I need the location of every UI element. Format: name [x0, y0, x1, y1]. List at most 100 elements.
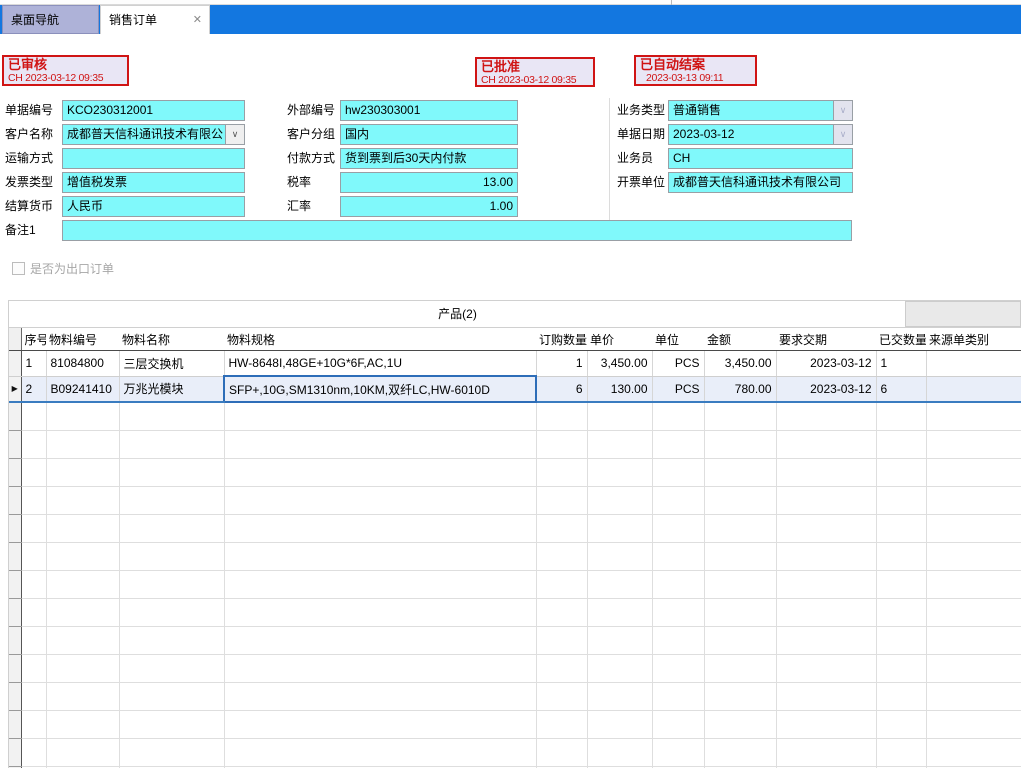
currency-field[interactable]: 人民币 — [62, 196, 245, 217]
cell-order-qty[interactable]: 6 — [536, 376, 587, 402]
cell-unit-price[interactable]: 3,450.00 — [587, 351, 652, 377]
grid-empty-cell — [46, 459, 119, 487]
exchange-rate-field[interactable]: 1.00 — [340, 196, 518, 217]
cell-delivered-qty[interactable]: 1 — [876, 351, 926, 377]
invoice-type-field[interactable]: 增值税发票 — [62, 172, 245, 193]
grid-empty-cell — [587, 711, 652, 739]
cell-item-name[interactable]: 三层交换机 — [119, 351, 224, 377]
cell-unit-price[interactable]: 130.00 — [587, 376, 652, 402]
cell-source-type[interactable] — [926, 376, 1021, 402]
doc-date-dropdown-button[interactable]: ∨ — [833, 125, 852, 144]
cell-item-name[interactable]: 万兆光模块 — [119, 376, 224, 402]
grid-empty-cell — [926, 487, 1021, 515]
row-selector-cell — [9, 459, 21, 487]
row-selector-cell — [9, 515, 21, 543]
biz-type-dropdown-button[interactable]: ∨ — [833, 101, 852, 120]
cell-seq[interactable]: 1 — [21, 351, 46, 377]
product-table-header-row: 序号 物料编号 物料名称 物料规格 订购数量 单价 单位 金额 要求交期 已交数… — [9, 328, 1021, 351]
customer-group-label: 客户分组 — [287, 124, 335, 145]
cell-required-date[interactable]: 2023-03-12 — [776, 376, 876, 402]
remark1-field[interactable] — [62, 220, 852, 241]
doc-no-field[interactable]: KCO230312001 — [62, 100, 245, 121]
tab-desktop-nav[interactable]: 桌面导航 — [2, 5, 99, 34]
grid-empty-cell — [46, 543, 119, 571]
biz-type-combobox[interactable]: 普通销售 ∨ — [668, 100, 853, 121]
col-header-item-code: 物料编号 — [46, 328, 119, 351]
current-row-marker[interactable]: ▶ — [9, 376, 21, 402]
customer-name-value: 成都普天信科通讯技术有限公 — [67, 127, 223, 141]
grid-empty-cell — [21, 459, 46, 487]
grid-empty-cell — [587, 627, 652, 655]
row-selector-cell — [9, 655, 21, 683]
grid-empty-cell — [704, 571, 776, 599]
grid-empty-cell — [926, 459, 1021, 487]
salesman-field[interactable]: CH — [668, 148, 853, 169]
grid-empty-cell — [876, 711, 926, 739]
customer-group-field[interactable]: 国内 — [340, 124, 518, 145]
customer-name-dropdown-button[interactable]: ∨ — [225, 125, 244, 144]
cell-amount[interactable]: 3,450.00 — [704, 351, 776, 377]
grid-empty-cell — [46, 739, 119, 767]
cell-item-spec[interactable]: HW-8648I,48GE+10G*6F,AC,1U — [224, 351, 536, 377]
stamp-approved: 已批准 CH 2023-03-12 09:35 — [475, 57, 595, 87]
remark1-label: 备注1 — [5, 220, 36, 241]
grid-empty-cell — [926, 683, 1021, 711]
product-row-1: 1 81084800 三层交换机 HW-8648I,48GE+10G*6F,AC… — [9, 351, 1021, 377]
grid-empty-cell — [46, 487, 119, 515]
grid-empty-cell — [652, 431, 704, 459]
grid-empty-cell — [536, 459, 587, 487]
cell-seq[interactable]: 2 — [21, 376, 46, 402]
invoice-type-label: 发票类型 — [5, 172, 53, 193]
customer-name-combobox[interactable]: 成都普天信科通讯技术有限公 ∨ — [62, 124, 245, 145]
col-header-delivered-qty: 已交数量 — [876, 328, 926, 351]
billing-unit-field[interactable]: 成都普天信科通讯技术有限公司 — [668, 172, 853, 193]
cell-item-code[interactable]: B09241410 — [46, 376, 119, 402]
cell-amount[interactable]: 780.00 — [704, 376, 776, 402]
grid-empty-cell — [776, 487, 876, 515]
cell-order-qty[interactable]: 1 — [536, 351, 587, 377]
cell-item-code[interactable]: 81084800 — [46, 351, 119, 377]
grid-empty-cell — [926, 627, 1021, 655]
doc-date-combobox[interactable]: 2023-03-12 ∨ — [668, 124, 853, 145]
tab-sales-order[interactable]: 销售订单 ✕ — [100, 5, 210, 34]
grid-empty-row — [9, 571, 1021, 599]
grid-empty-cell — [876, 739, 926, 767]
row-selector-cell[interactable] — [9, 351, 21, 377]
col-header-seq: 序号 — [21, 328, 46, 351]
cell-source-type[interactable] — [926, 351, 1021, 377]
billing-unit-label: 开票单位 — [617, 172, 665, 193]
row-selector-cell — [9, 402, 21, 431]
grid-empty-cell — [224, 402, 536, 431]
cell-required-date[interactable]: 2023-03-12 — [776, 351, 876, 377]
close-tab-icon[interactable]: ✕ — [193, 6, 202, 35]
grid-empty-cell — [224, 459, 536, 487]
cell-unit[interactable]: PCS — [652, 376, 704, 402]
grid-empty-cell — [876, 487, 926, 515]
export-order-checkbox[interactable] — [12, 262, 25, 275]
grid-empty-row — [9, 431, 1021, 459]
export-order-checkbox-label: 是否为出口订单 — [30, 262, 114, 276]
grid-empty-cell — [926, 402, 1021, 431]
cell-delivered-qty[interactable]: 6 — [876, 376, 926, 402]
external-no-field[interactable]: hw230303001 — [340, 100, 518, 121]
currency-label: 结算货币 — [5, 196, 53, 217]
grid-empty-cell — [224, 683, 536, 711]
cell-item-spec-focused[interactable]: SFP+,10G,SM1310nm,10KM,双纤LC,HW-6010D — [224, 376, 536, 402]
grid-empty-cell — [926, 515, 1021, 543]
row-selector-cell — [9, 487, 21, 515]
grid-empty-row — [9, 543, 1021, 571]
grid-empty-cell — [536, 599, 587, 627]
grid-empty-cell — [876, 543, 926, 571]
cell-unit[interactable]: PCS — [652, 351, 704, 377]
transport-label: 运输方式 — [5, 148, 53, 169]
grid-empty-cell — [21, 627, 46, 655]
grid-empty-cell — [224, 431, 536, 459]
product-table: 序号 物料编号 物料名称 物料规格 订购数量 单价 单位 金额 要求交期 已交数… — [9, 328, 1021, 768]
col-header-order-qty: 订购数量 — [536, 328, 587, 351]
col-header-amount: 金额 — [704, 328, 776, 351]
payment-field[interactable]: 货到票到后30天内付款 — [340, 148, 518, 169]
grid-empty-cell — [46, 627, 119, 655]
chevron-down-icon: ∨ — [232, 129, 239, 139]
tax-rate-field[interactable]: 13.00 — [340, 172, 518, 193]
transport-field[interactable] — [62, 148, 245, 169]
